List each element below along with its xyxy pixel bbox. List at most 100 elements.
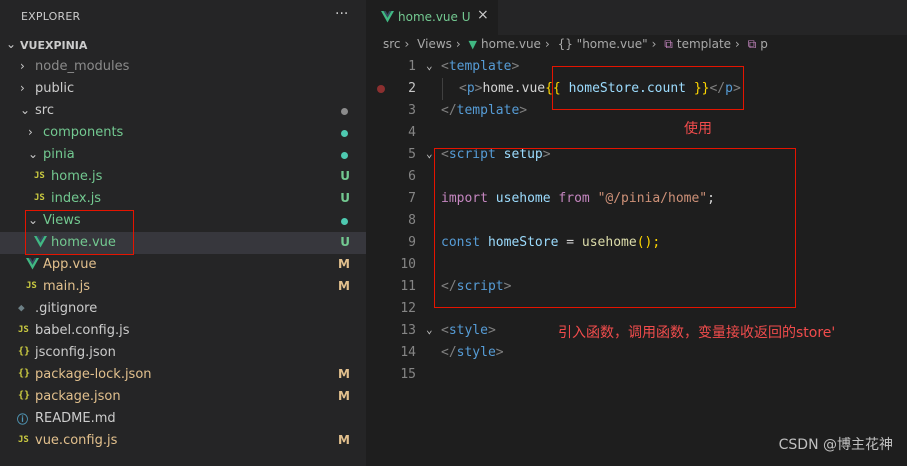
tree-item-jsconfig[interactable]: {} jsconfig.json xyxy=(0,342,366,364)
tree-item-public[interactable]: › public xyxy=(0,78,366,100)
tree-item-index-js[interactable]: JS index.js U xyxy=(0,188,366,210)
indent-guide xyxy=(442,78,443,100)
status-badge: M xyxy=(338,433,350,447)
tree-item-package-lock[interactable]: {} package-lock.json M xyxy=(0,364,366,386)
annotation-usage-label: 使用 xyxy=(684,121,712,137)
line-number: 8 xyxy=(408,213,416,228)
untracked-dot-icon xyxy=(341,218,348,225)
tree-item-label: index.js xyxy=(51,191,102,206)
breadcrumb-item[interactable]: template xyxy=(677,37,731,51)
tree-item-package-json[interactable]: {} package.json M xyxy=(0,386,366,408)
tree-item-main-js[interactable]: JS main.js M xyxy=(0,276,366,298)
tree-item-home-js[interactable]: JS home.js U xyxy=(0,166,366,188)
breadcrumb-separator: › xyxy=(735,37,740,51)
code-text: </template> xyxy=(441,103,528,118)
status-badge: U xyxy=(340,191,350,205)
js-file-icon: JS xyxy=(34,171,45,181)
vue-file-icon xyxy=(381,11,394,23)
breadcrumb-item[interactable]: home.vue xyxy=(481,37,541,51)
fold-chevron-icon[interactable]: ⌄ xyxy=(426,59,433,72)
more-actions-icon[interactable]: ··· xyxy=(335,6,348,22)
git-file-icon: ◆ xyxy=(18,301,25,314)
breadcrumb-item[interactable]: src xyxy=(383,37,401,51)
tree-item-label: vue.config.js xyxy=(35,433,118,448)
tree-item-label: package-lock.json xyxy=(35,367,152,382)
line-number: 6 xyxy=(408,169,416,184)
vue-file-icon: ▼ xyxy=(468,38,478,51)
line-number: 4 xyxy=(408,125,416,140)
tree-item-label: pinia xyxy=(43,147,75,162)
json-file-icon: {} xyxy=(18,390,31,401)
breakpoint-icon[interactable] xyxy=(377,85,385,93)
js-file-icon: JS xyxy=(18,435,29,445)
line-number: 5 xyxy=(408,147,416,162)
status-badge: M xyxy=(338,257,350,271)
tree-item-gitignore[interactable]: ◆ .gitignore xyxy=(0,298,366,320)
tree-item-label: package.json xyxy=(35,389,121,404)
line-number: 14 xyxy=(400,345,416,360)
annotation-box-usage xyxy=(552,66,744,110)
line-number: 7 xyxy=(408,191,416,206)
tree-item-label: src xyxy=(35,103,54,118)
line-number: 10 xyxy=(400,257,416,272)
chevron-right-icon: › xyxy=(20,59,25,73)
workspace-root[interactable]: ⌄ VUEXPINIA xyxy=(0,34,366,56)
line-number: 2 xyxy=(408,81,416,96)
chevron-down-icon: ⌄ xyxy=(20,103,31,117)
tree-item-label: .gitignore xyxy=(35,301,98,316)
tree-item-label: babel.config.js xyxy=(35,323,130,338)
code-line-15[interactable]: 15 xyxy=(366,364,907,386)
tab-label: home.vue U xyxy=(398,10,471,24)
annotation-import-label: 引入函数，调用函数，变量接收返回的store' xyxy=(558,325,836,341)
explorer-title: EXPLORER xyxy=(21,10,81,23)
fold-chevron-icon[interactable]: ⌄ xyxy=(426,323,433,336)
breadcrumb-separator: › xyxy=(651,37,657,51)
tree-item-pinia[interactable]: ⌄ pinia xyxy=(0,144,366,166)
line-number: 1 xyxy=(408,59,416,74)
untracked-dot-icon xyxy=(341,130,348,137)
workspace-root-label: VUEXPINIA xyxy=(20,39,88,52)
tree-item-label: README.md xyxy=(35,411,116,426)
annotation-box-script xyxy=(434,148,796,308)
js-file-icon: JS xyxy=(18,325,29,335)
code-text: <template> xyxy=(441,59,520,74)
tree-item-label: components xyxy=(43,125,124,140)
explorer-sidebar: EXPLORER ··· ⌄ VUEXPINIA › node_modules … xyxy=(0,0,366,466)
info-file-icon: ⓘ xyxy=(17,413,28,426)
breadcrumb-item[interactable]: Views xyxy=(417,37,452,51)
tree-item-components[interactable]: › components xyxy=(0,122,366,144)
breadcrumb-item[interactable]: {} "home.vue" xyxy=(558,37,648,51)
line-number: 13 xyxy=(400,323,416,338)
tree-item-node-modules[interactable]: › node_modules xyxy=(0,56,366,78)
breadcrumb-separator: › xyxy=(404,37,410,51)
code-line-4[interactable]: 4 xyxy=(366,122,907,144)
modified-dot-icon xyxy=(341,108,348,115)
json-file-icon: {} xyxy=(18,346,31,357)
tree-item-app-vue[interactable]: App.vue M xyxy=(0,254,366,276)
tree-item-babel-config[interactable]: JS babel.config.js xyxy=(0,320,366,342)
breadcrumb-separator: › xyxy=(544,37,550,51)
tree-item-vue-config[interactable]: JS vue.config.js M xyxy=(0,430,366,452)
line-number: 9 xyxy=(408,235,416,250)
breadcrumb: src › Views › ▼ home.vue › {} "home.vue" › ⧉ t… xyxy=(383,37,772,52)
annotation-box-views xyxy=(25,210,134,255)
chevron-down-icon: ⌄ xyxy=(6,37,17,51)
close-icon[interactable]: × xyxy=(477,7,489,23)
json-file-icon: {} xyxy=(18,368,31,379)
status-badge: U xyxy=(340,235,350,249)
line-number: 11 xyxy=(400,279,416,294)
element-icon: ⧉ xyxy=(747,37,757,51)
tree-item-readme[interactable]: ⓘ README.md xyxy=(0,408,366,430)
status-badge: U xyxy=(340,169,350,183)
line-number: 12 xyxy=(400,301,416,316)
tree-item-label: node_modules xyxy=(35,59,130,74)
chevron-down-icon: ⌄ xyxy=(28,147,39,161)
fold-chevron-icon[interactable]: ⌄ xyxy=(426,147,433,160)
breadcrumb-separator: › xyxy=(455,37,461,51)
tab-home-vue[interactable]: home.vue U × xyxy=(366,0,498,35)
breadcrumb-item[interactable]: p xyxy=(760,37,768,51)
tree-item-src[interactable]: ⌄ src xyxy=(0,100,366,122)
code-line-14[interactable]: 14 </style> xyxy=(366,342,907,364)
tree-item-label: public xyxy=(35,81,75,96)
status-badge: M xyxy=(338,279,350,293)
